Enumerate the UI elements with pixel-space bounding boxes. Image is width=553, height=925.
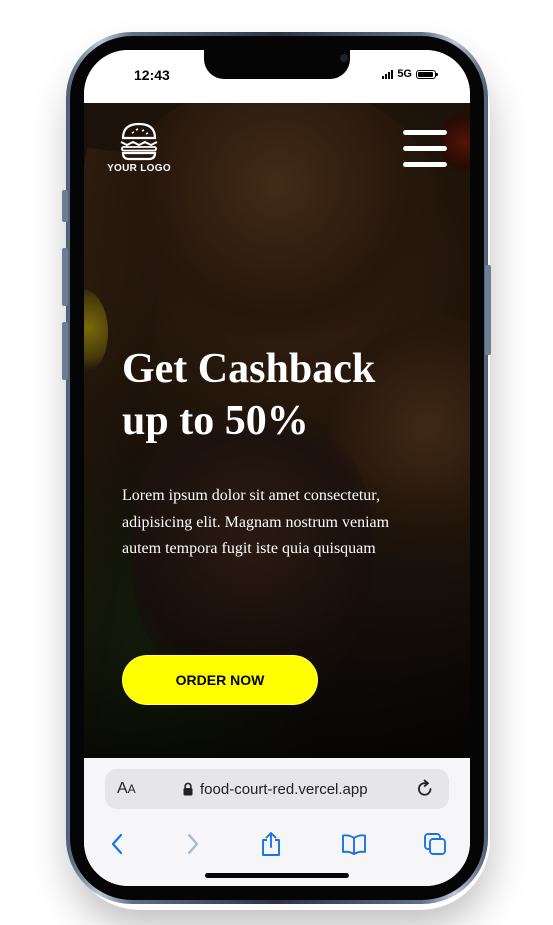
back-button[interactable]: [103, 830, 131, 858]
headline-line-2: up to 50%: [122, 398, 309, 444]
book-icon: [342, 834, 366, 855]
text-size-small: A: [127, 782, 136, 796]
lock-icon: [183, 782, 193, 796]
hamburger-menu-icon[interactable]: [403, 130, 447, 170]
status-time: 12:43: [134, 67, 170, 83]
phone-screen: 12:43 5G YOUR LOGO Get Cashback up to 50…: [84, 50, 470, 886]
url-group[interactable]: food-court-red.vercel.app: [183, 778, 368, 800]
site-logo[interactable]: YOUR LOGO: [106, 121, 172, 181]
url-text: food-court-red.vercel.app: [200, 780, 368, 798]
bookmarks-button[interactable]: [340, 830, 368, 858]
volume-up-button: [62, 248, 68, 306]
forward-button[interactable]: [179, 830, 207, 858]
hero-description: Lorem ipsum dolor sit amet consectetur, …: [122, 487, 390, 557]
order-now-button[interactable]: ORDER NOW: [122, 655, 318, 705]
browser-toolbar: [84, 824, 470, 864]
text-size-button[interactable]: AA: [117, 780, 136, 798]
status-icons: 5G: [382, 68, 438, 80]
battery-icon: [416, 69, 438, 79]
reload-icon[interactable]: [415, 779, 435, 799]
status-bar: 12:43 5G: [84, 50, 470, 103]
silent-switch: [62, 190, 68, 222]
logo-text: YOUR LOGO: [107, 163, 171, 174]
notch: [204, 50, 350, 79]
volume-down-button: [62, 322, 68, 380]
network-type: 5G: [397, 68, 412, 80]
home-indicator: [205, 873, 349, 878]
share-icon: [262, 832, 280, 856]
burger-icon: [120, 122, 158, 161]
signal-icon: [382, 69, 394, 79]
text-size-large: A: [117, 780, 128, 797]
front-camera: [340, 54, 348, 62]
share-button[interactable]: [257, 830, 285, 858]
chevron-left-icon: [111, 833, 123, 855]
hero-section: YOUR LOGO Get Cashback up to 50% Lorem i…: [84, 103, 470, 758]
address-bar[interactable]: AA food-court-red.vercel.app: [105, 769, 449, 809]
power-button: [485, 265, 491, 355]
headline-line-1: Get Cashback: [122, 346, 376, 392]
chevron-right-icon: [187, 833, 199, 855]
hero-headline: Get Cashback up to 50%: [122, 343, 442, 447]
browser-bar: AA food-court-red.vercel.app: [84, 758, 470, 886]
tabs-button[interactable]: [421, 830, 449, 858]
tabs-icon: [424, 833, 446, 855]
